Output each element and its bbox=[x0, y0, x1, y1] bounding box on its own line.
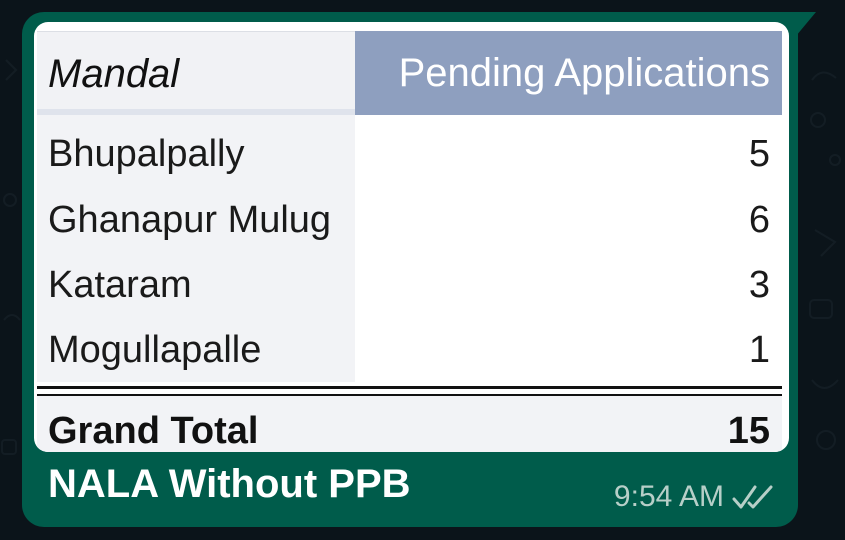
table-row: Ghanapur Mulug 6 bbox=[37, 187, 782, 252]
header-cell-mandal: Mandal bbox=[37, 31, 355, 115]
header-cell-pending: Pending Applications bbox=[355, 31, 782, 115]
message-bubble[interactable]: Mandal Pending Applications Bhupalpally … bbox=[22, 12, 816, 527]
row-pending-value: 1 bbox=[748, 329, 770, 371]
row-value-cell: 3 bbox=[355, 252, 782, 317]
message-meta: 9:54 AM bbox=[614, 480, 776, 514]
total-label-cell: Grand Total bbox=[37, 396, 355, 452]
total-value-cell: 15 bbox=[355, 396, 782, 452]
bubble-tail bbox=[796, 12, 816, 36]
row-mandal-cell: Ghanapur Mulug bbox=[37, 187, 355, 252]
row-mandal-cell: Mogullapalle bbox=[37, 317, 355, 382]
row-value-cell: 5 bbox=[355, 115, 782, 187]
row-pending-value: 5 bbox=[748, 133, 770, 175]
table-row: Bhupalpally 5 bbox=[37, 115, 782, 187]
row-mandal-cell: Bhupalpally bbox=[37, 115, 355, 187]
table-row: Mogullapalle 1 bbox=[37, 317, 782, 382]
pending-applications-table: Mandal Pending Applications Bhupalpally … bbox=[37, 31, 782, 452]
total-divider bbox=[37, 386, 782, 396]
row-mandal-name: Ghanapur Mulug bbox=[48, 199, 332, 241]
row-mandal-name: Mogullapalle bbox=[48, 329, 262, 371]
grand-total-row: Grand Total 15 bbox=[37, 396, 782, 452]
grand-total-label: Grand Total bbox=[48, 410, 259, 452]
grand-total-value: 15 bbox=[727, 410, 770, 452]
row-value-cell: 1 bbox=[355, 317, 782, 382]
row-value-cell: 6 bbox=[355, 187, 782, 252]
row-mandal-name: Bhupalpally bbox=[48, 133, 245, 175]
row-pending-value: 3 bbox=[748, 264, 770, 306]
message-time: 9:54 AM bbox=[613, 480, 724, 513]
header-mandal-label: Mandal bbox=[48, 52, 180, 96]
double-check-icon bbox=[732, 485, 773, 509]
row-pending-value: 6 bbox=[748, 199, 770, 241]
row-mandal-cell: Kataram bbox=[37, 252, 355, 317]
message-caption: NALA Without PPB bbox=[48, 462, 411, 506]
table-row: Kataram 3 bbox=[37, 252, 782, 317]
table-header-row: Mandal Pending Applications bbox=[37, 31, 782, 115]
row-mandal-name: Kataram bbox=[48, 264, 192, 306]
header-pending-label: Pending Applications bbox=[398, 51, 770, 95]
message-image-table[interactable]: Mandal Pending Applications Bhupalpally … bbox=[34, 22, 789, 452]
